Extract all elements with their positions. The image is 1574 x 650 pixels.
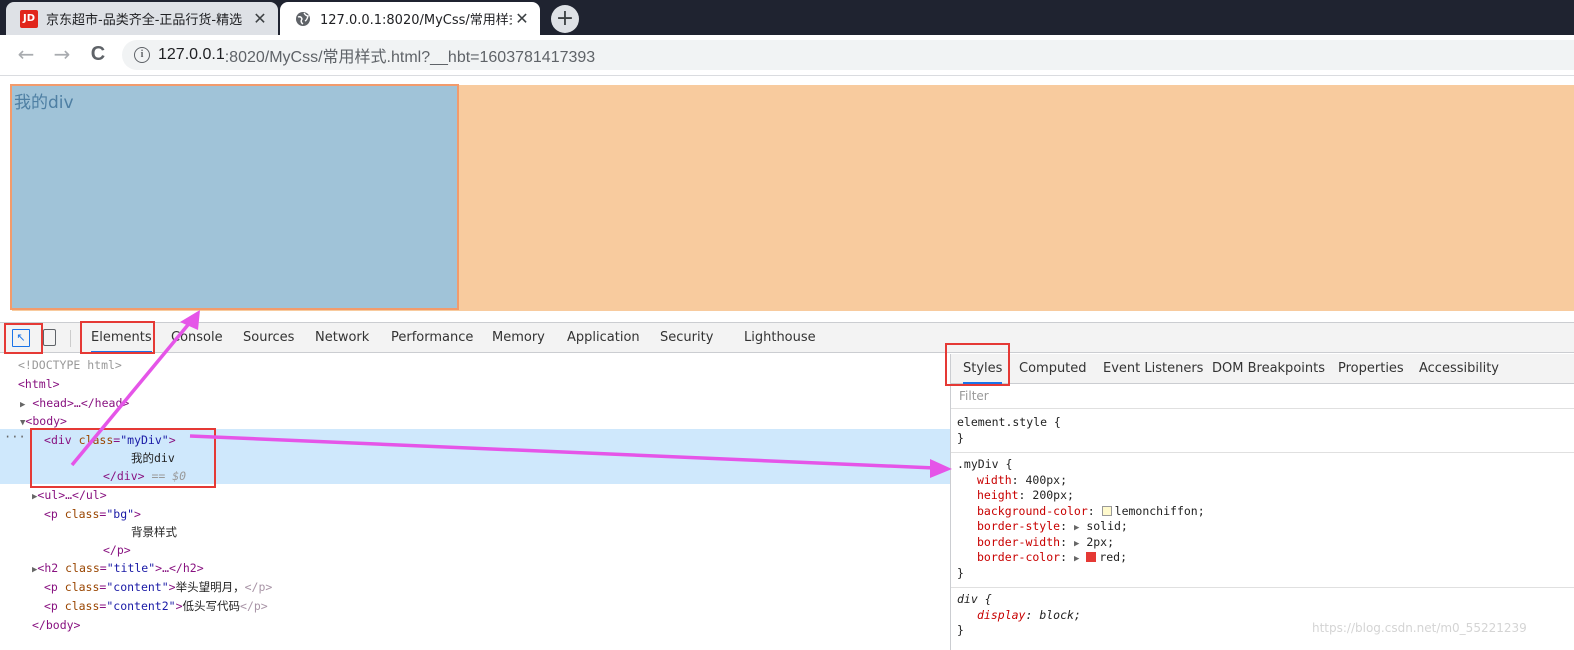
arrow-to-div: [70, 318, 194, 467]
arrowhead: [180, 310, 200, 330]
arrow-to-styles: [189, 434, 936, 470]
annotation-arrows: [70, 310, 952, 478]
arrowhead: [930, 459, 952, 478]
